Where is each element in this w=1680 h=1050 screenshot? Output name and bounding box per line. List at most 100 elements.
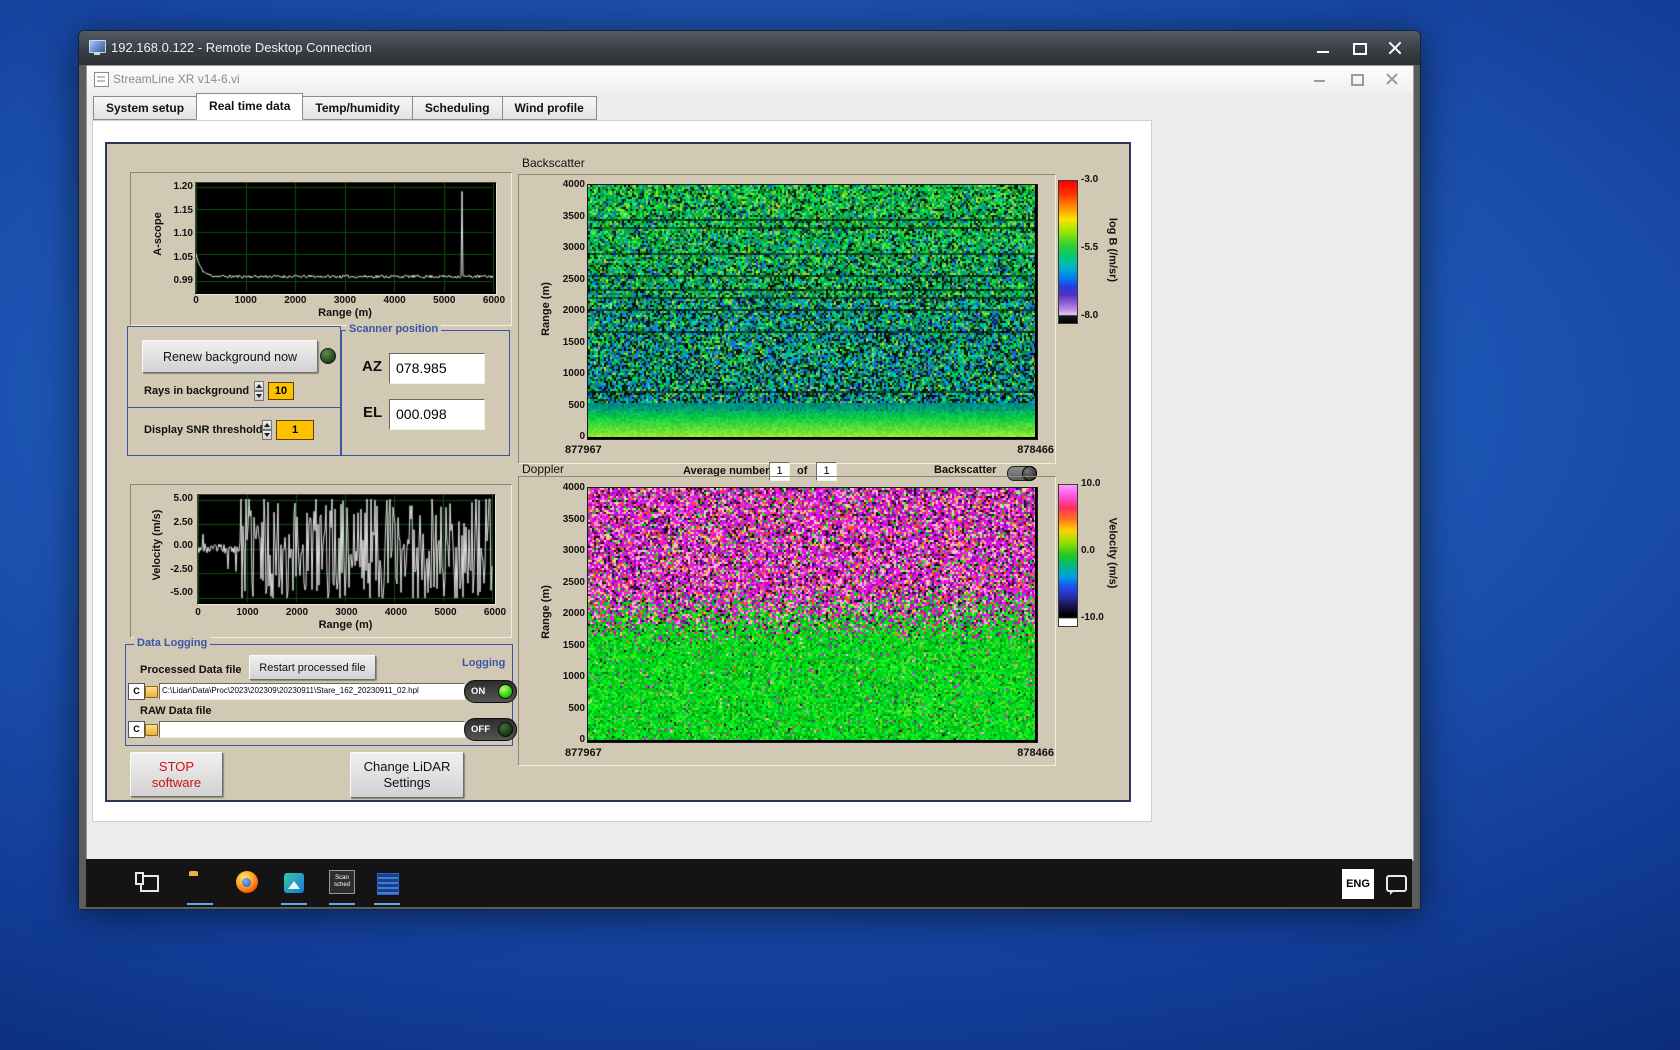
- tick-label: 5000: [433, 295, 456, 306]
- desktop: 192.168.0.122 - Remote Desktop Connectio…: [0, 0, 1680, 1050]
- tick-label: 1000: [562, 671, 585, 682]
- az-value-field[interactable]: 078.985: [389, 353, 485, 384]
- rays-spinner[interactable]: [254, 381, 264, 401]
- tab-real-time-data[interactable]: Real time data: [196, 93, 304, 120]
- tick-label: 2000: [284, 295, 307, 306]
- velocity-graph: Velocity (m/s) 5.00 2.50 0.00 -2.50 -5.00 01…: [130, 484, 512, 638]
- doppler-x-end: 878466: [1017, 747, 1054, 759]
- tick-label: 1.05: [173, 251, 193, 263]
- doppler-canvas: [588, 488, 1035, 740]
- tick-label: 2000: [285, 607, 309, 618]
- doppler-colorbar-label: Velocity (m/s): [1106, 517, 1119, 589]
- tick-label: 0: [195, 607, 201, 618]
- ascope-y-ticks: 1.20 1.15 1.10 1.05 0.99: [157, 181, 193, 287]
- raw-browse-icon[interactable]: [145, 724, 158, 736]
- restart-processed-file-button[interactable]: Restart processed file: [249, 655, 376, 680]
- backscatter-toggle-label: Backscatter: [934, 464, 997, 476]
- processed-data-file-label: Processed Data file: [140, 664, 242, 676]
- rays-value-input[interactable]: 10: [268, 382, 294, 400]
- doppler-x-start: 877967: [565, 747, 602, 759]
- tick-label: 2500: [562, 273, 585, 285]
- logging-label: Logging: [462, 657, 506, 669]
- tab-bar: System setup Real time data Temp/humidit…: [93, 93, 597, 120]
- tick-label: 1000: [234, 295, 257, 306]
- ascope-plot-area: [195, 182, 497, 295]
- ascope-graph: A-scope 1.20 1.15 1.10 1.05 0.99 0 1000 2000 30…: [130, 172, 512, 326]
- tick-label: 1.20: [173, 181, 193, 192]
- tick-label: 10.0: [1081, 478, 1101, 489]
- tick-label: -3.0: [1081, 174, 1099, 185]
- stop-button-line2: software: [151, 774, 202, 790]
- raw-logging-toggle[interactable]: OFF: [464, 718, 517, 741]
- snr-spinner[interactable]: [262, 420, 272, 440]
- stop-software-button[interactable]: STOP software: [130, 752, 223, 797]
- scan-scheduler-icon[interactable]: Scan sched: [329, 870, 355, 894]
- ascope-x-ticks: 0 1000 2000 3000 4000 5000 6000: [183, 295, 507, 307]
- app-minimize-button[interactable]: [1307, 70, 1333, 87]
- remote-desktop: StreamLine XR v14-6.vi System setup Real…: [79, 65, 1418, 909]
- velocity-plot-area: [197, 494, 496, 605]
- change-lidar-settings-button[interactable]: Change LiDAR Settings: [350, 752, 464, 798]
- app-restore-button[interactable]: [1343, 70, 1369, 87]
- backscatter-x-end: 878466: [1017, 444, 1054, 456]
- rdp-titlebar: 192.168.0.122 - Remote Desktop Connectio…: [79, 31, 1420, 65]
- velocity-plot-canvas: [198, 495, 493, 602]
- renew-background-button[interactable]: Renew background now: [142, 340, 318, 373]
- scanner-position-title: Scanner position: [346, 323, 442, 335]
- processed-toggle-led: [498, 684, 513, 699]
- tick-label: 4000: [383, 295, 406, 306]
- tick-label: 3000: [562, 545, 585, 556]
- tick-label: 1500: [562, 639, 585, 651]
- tick-label: 1.15: [173, 204, 193, 216]
- feedback-bubble-icon[interactable]: [1386, 875, 1407, 895]
- tick-label: -10.0: [1081, 612, 1104, 623]
- tick-label: 500: [568, 399, 585, 411]
- velocity-x-axis-label: Range (m): [318, 619, 373, 631]
- snr-value-input[interactable]: 1: [276, 420, 314, 440]
- scanner-position-group: Scanner position AZ 078.985 EL 000.098: [341, 323, 510, 456]
- processed-drive-selector[interactable]: C: [128, 683, 145, 700]
- raw-data-file-label: RAW Data file: [140, 705, 212, 717]
- app-title: StreamLine XR v14-6.vi: [113, 72, 240, 86]
- doppler-x-labels: 877967 878466: [565, 747, 1054, 759]
- tab-wind-profile[interactable]: Wind profile: [501, 96, 597, 120]
- data-logging-group: Data Logging Processed Data file Restart…: [125, 637, 517, 746]
- tick-label: 1000: [562, 368, 585, 379]
- rdp-close-button[interactable]: [1380, 36, 1410, 60]
- tab-system-setup[interactable]: System setup: [93, 96, 197, 120]
- rdp-maximize-button[interactable]: [1344, 36, 1374, 60]
- language-indicator[interactable]: ENG: [1342, 869, 1374, 899]
- ascope-plot-canvas: [196, 183, 494, 292]
- tick-label: 0: [579, 431, 585, 442]
- processed-browse-icon[interactable]: [145, 686, 158, 698]
- tick-label: -8.0: [1081, 310, 1099, 321]
- main-panel: A-scope 1.20 1.15 1.10 1.05 0.99 0 1000 2000 30…: [105, 142, 1131, 802]
- backscatter-title: Backscatter: [522, 156, 585, 170]
- rdp-computer-icon-stand: [94, 52, 100, 55]
- tick-label: 0.0: [1081, 545, 1095, 556]
- tick-label: 0.00: [173, 540, 193, 551]
- vi-icon: [94, 72, 109, 87]
- raw-path-field[interactable]: [159, 721, 465, 738]
- app-close-button[interactable]: [1379, 70, 1405, 87]
- rdp-window-controls: [1308, 36, 1410, 60]
- change-settings-line1: Change LiDAR: [363, 759, 451, 774]
- tab-scheduling[interactable]: Scheduling: [411, 96, 502, 120]
- tick-label: 2000: [562, 608, 585, 619]
- front-panel: A-scope 1.20 1.15 1.10 1.05 0.99 0 1000 2000 30…: [92, 120, 1152, 822]
- scan-scheduler-label2: sched: [333, 882, 350, 888]
- rdp-window: 192.168.0.122 - Remote Desktop Connectio…: [78, 30, 1421, 910]
- tick-label: 3500: [562, 210, 585, 222]
- app-titlebar: StreamLine XR v14-6.vi: [87, 66, 1413, 92]
- tab-temp-humidity[interactable]: Temp/humidity: [303, 96, 412, 120]
- tick-label: 6000: [483, 607, 507, 618]
- el-value-field[interactable]: 000.098: [389, 399, 485, 430]
- tick-label: 500: [568, 702, 585, 714]
- raw-drive-selector[interactable]: C: [128, 721, 145, 738]
- processed-path-field[interactable]: C:\Lidar\Data\Proc\2023\202309\20230911\…: [159, 683, 465, 700]
- rdp-minimize-button[interactable]: [1308, 36, 1338, 60]
- processed-logging-toggle[interactable]: ON: [464, 680, 517, 703]
- velocity-y-ticks: 5.00 2.50 0.00 -2.50 -5.00: [155, 493, 193, 599]
- tick-label: 0: [579, 734, 585, 745]
- tick-label: 3000: [335, 607, 358, 618]
